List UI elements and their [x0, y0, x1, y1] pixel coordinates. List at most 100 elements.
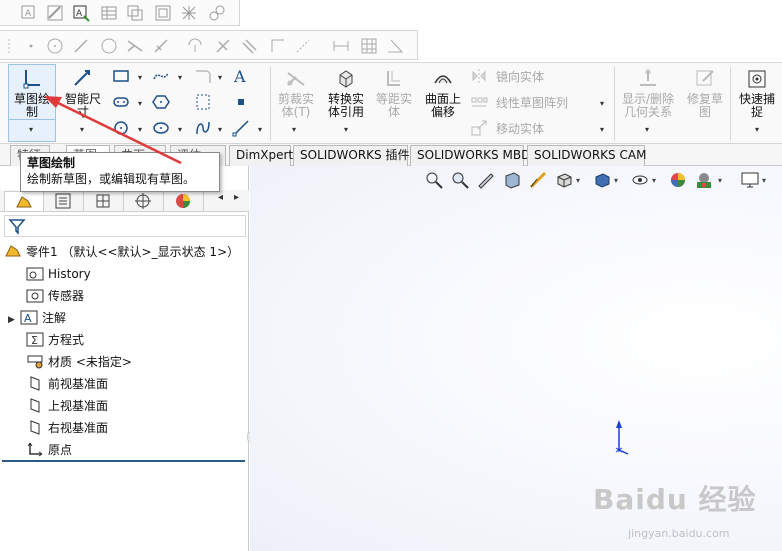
- sketch-dropdown-arrow[interactable]: ▾: [29, 125, 33, 134]
- tree-bottom-rollback-bar[interactable]: [2, 460, 245, 462]
- repair-sketch-button[interactable]: 修复草 图: [682, 65, 728, 119]
- convert-entities-button[interactable]: 转换实 体引用: [322, 65, 370, 119]
- point-small-icon[interactable]: [232, 93, 250, 111]
- edit-text-icon[interactable]: A: [20, 4, 38, 22]
- grid-icon[interactable]: [180, 4, 198, 22]
- rectangle-icon[interactable]: [112, 67, 130, 85]
- pattern-icon[interactable]: [470, 93, 488, 111]
- tree-item-sensors[interactable]: 传感器: [26, 286, 84, 306]
- quick-snaps-button[interactable]: 快速捕 捉: [734, 65, 780, 119]
- smart-dimension-button[interactable]: 智能尺 寸: [60, 65, 106, 119]
- panel-tab-feature-tree[interactable]: [4, 191, 44, 211]
- note-icon[interactable]: A: [72, 4, 90, 22]
- copy-icon[interactable]: [126, 4, 144, 22]
- panel-tab-display[interactable]: [164, 191, 204, 211]
- tree-item-top-plane[interactable]: 上视基准面: [26, 396, 108, 416]
- dynamic-annotation-icon[interactable]: [528, 170, 548, 190]
- display-style-icon[interactable]: [592, 170, 612, 190]
- fillet-icon[interactable]: [186, 37, 204, 55]
- centerline-icon[interactable]: [232, 119, 250, 137]
- mirror-icon[interactable]: [470, 67, 488, 85]
- spline-point-icon[interactable]: [152, 67, 170, 85]
- hide-show-icon[interactable]: [630, 170, 650, 190]
- spline-icon[interactable]: [194, 119, 212, 137]
- smart-dimension-dropdown[interactable]: ▾: [80, 125, 84, 134]
- table-icon[interactable]: [100, 4, 118, 22]
- slot-icon[interactable]: [112, 93, 130, 111]
- tab-solidworks-cam[interactable]: SOLIDWORKS CAM: [527, 145, 646, 166]
- move-dropdown[interactable]: ▾: [600, 125, 604, 134]
- prev-view-icon[interactable]: [476, 170, 496, 190]
- zoom-fit-icon[interactable]: [424, 170, 444, 190]
- trim-button[interactable]: 剪裁实 体(T): [272, 65, 320, 119]
- tree-item-right-plane[interactable]: 右视基准面: [26, 418, 108, 438]
- panel-tab-dimxpert[interactable]: [124, 191, 164, 211]
- zoom-area-icon[interactable]: [450, 170, 470, 190]
- circle-dropdown[interactable]: ▾: [138, 125, 142, 134]
- horizontal-dim-icon[interactable]: [332, 37, 350, 55]
- panel-scroll-right[interactable]: ▸: [234, 192, 239, 203]
- relations-dropdown[interactable]: ▾: [645, 125, 649, 134]
- hide-show-dropdown[interactable]: ▾: [652, 176, 656, 185]
- ellipse-icon[interactable]: [152, 119, 170, 137]
- circle-icon[interactable]: [46, 37, 64, 55]
- mirror-label[interactable]: 镜向实体: [496, 68, 544, 85]
- pattern-dropdown[interactable]: ▾: [600, 99, 604, 108]
- view-orientation-dropdown[interactable]: ▾: [576, 176, 580, 185]
- move-label[interactable]: 移动实体: [496, 120, 544, 137]
- quick-snaps-dropdown[interactable]: ▾: [755, 125, 759, 134]
- scene-dropdown[interactable]: ▾: [718, 176, 722, 185]
- scene-icon[interactable]: [694, 170, 714, 190]
- polygon-icon[interactable]: [100, 37, 118, 55]
- tree-item-history[interactable]: History: [26, 264, 91, 284]
- view-orientation-icon[interactable]: [554, 170, 574, 190]
- perpendicular-icon[interactable]: [268, 37, 286, 55]
- monitor-icon[interactable]: [740, 170, 760, 190]
- section-view-icon[interactable]: [502, 170, 522, 190]
- angle-icon[interactable]: [386, 37, 404, 55]
- tree-item-material[interactable]: 材质 <未指定>: [26, 352, 132, 372]
- spline-tool-dropdown[interactable]: ▾: [218, 125, 222, 134]
- parallel-icon[interactable]: [240, 37, 258, 55]
- show-delete-relations-button[interactable]: 显示/删除 几何关系: [616, 65, 680, 119]
- display-style-dropdown[interactable]: ▾: [614, 176, 618, 185]
- tree-root-part[interactable]: 零件1 （默认<<默认>_显示状态 1>）: [4, 242, 239, 262]
- appearance-icon[interactable]: [668, 170, 688, 190]
- trim-icon[interactable]: [126, 37, 144, 55]
- filter-bar[interactable]: [4, 215, 246, 237]
- block-icon[interactable]: [154, 4, 172, 22]
- arc-icon[interactable]: [194, 67, 212, 85]
- tree-item-annotations[interactable]: ▶ A 注解: [8, 308, 66, 328]
- tree-item-equations[interactable]: Σ 方程式: [26, 330, 84, 350]
- sketch-button[interactable]: 草图绘 制: [9, 65, 55, 119]
- ellipse-dropdown[interactable]: ▾: [178, 125, 182, 134]
- link-icon[interactable]: [208, 4, 226, 22]
- tree-item-origin[interactable]: 原点: [26, 440, 72, 460]
- panel-tab-config[interactable]: [84, 191, 124, 211]
- rectangle-dropdown[interactable]: ▾: [138, 73, 142, 82]
- point-icon[interactable]: [22, 37, 40, 55]
- convert-dropdown[interactable]: ▾: [344, 125, 348, 134]
- spline-dropdown[interactable]: ▾: [178, 73, 182, 82]
- construction-icon[interactable]: [294, 37, 312, 55]
- tree-item-front-plane[interactable]: 前视基准面: [26, 374, 108, 394]
- chamfer-icon[interactable]: [214, 37, 232, 55]
- tab-dimxpert[interactable]: DimXpert: [229, 145, 293, 166]
- trim-dropdown[interactable]: ▾: [292, 125, 296, 134]
- tab-solidworks-addins[interactable]: SOLIDWORKS 插件: [293, 145, 409, 166]
- extend-icon[interactable]: [152, 37, 170, 55]
- line-icon[interactable]: [72, 37, 90, 55]
- slot-dropdown[interactable]: ▾: [138, 99, 142, 108]
- view-settings-dropdown[interactable]: ▾: [762, 176, 766, 185]
- circle-tool-icon[interactable]: [112, 119, 130, 137]
- dashed-box-icon[interactable]: [194, 93, 212, 111]
- hexagon-icon[interactable]: [152, 93, 170, 111]
- surface-offset-button[interactable]: 曲面上 偏移: [420, 65, 466, 119]
- panel-tab-property[interactable]: [44, 191, 84, 211]
- linear-pattern-label[interactable]: 线性草图阵列: [496, 94, 568, 111]
- grid-snap-icon[interactable]: [360, 37, 378, 55]
- draw-icon[interactable]: [46, 4, 64, 22]
- text-icon[interactable]: A: [232, 67, 250, 85]
- offset-entities-button[interactable]: 等距实 体: [372, 65, 416, 119]
- move-icon[interactable]: [470, 119, 488, 137]
